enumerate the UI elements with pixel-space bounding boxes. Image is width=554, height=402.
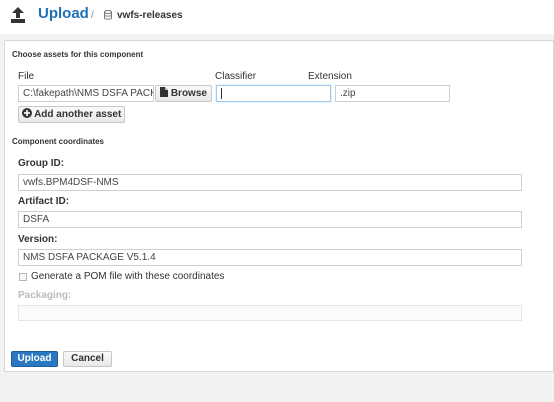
file-icon	[160, 87, 169, 97]
group-id-label: Group ID:	[18, 158, 65, 169]
artifact-id-input[interactable]: DSFA	[18, 211, 522, 228]
upload-icon	[11, 7, 25, 23]
artifact-id-label: Artifact ID:	[18, 196, 70, 207]
cancel-button[interactable]: Cancel	[63, 351, 112, 367]
page-header: Upload / vwfs-releases	[0, 0, 554, 34]
page-title: Upload	[38, 5, 89, 22]
generate-pom-checkbox[interactable]	[19, 273, 27, 281]
coordinates-section-title: Component coordinates	[12, 137, 105, 146]
breadcrumb-repository[interactable]: vwfs-releases	[117, 10, 183, 21]
extension-input[interactable]: .zip	[335, 85, 450, 102]
add-another-asset-button[interactable]: Add another asset	[18, 106, 125, 123]
upload-button[interactable]: Upload	[11, 351, 58, 367]
extension-label: Extension	[308, 71, 352, 82]
version-input[interactable]: NMS DSFA PACKAGE V5.1.4	[18, 249, 522, 266]
file-path-input[interactable]: C:\fakepath\NMS DSFA PACKAGE V5.1.4.zip	[18, 85, 154, 102]
classifier-input[interactable]	[216, 85, 331, 102]
upload-form-panel: Choose assets for this component File Cl…	[4, 40, 554, 372]
packaging-input	[18, 305, 522, 321]
browse-button[interactable]: Browse	[155, 85, 212, 102]
packaging-label: Packaging:	[18, 290, 72, 301]
plus-circle-icon	[21, 108, 32, 118]
file-label: File	[18, 71, 35, 82]
classifier-label: Classifier	[215, 71, 257, 82]
browse-button-label: Browse	[170, 88, 207, 99]
generate-pom-label: Generate a POM file with these coordinat…	[31, 271, 225, 282]
database-icon	[104, 10, 112, 20]
breadcrumb-separator: /	[91, 10, 94, 21]
add-another-asset-label: Add another asset	[34, 109, 122, 120]
assets-section-title: Choose assets for this component	[12, 50, 144, 59]
version-label: Version:	[18, 234, 58, 245]
text-caret	[221, 88, 222, 99]
group-id-input[interactable]: vwfs.BPM4DSF-NMS	[18, 174, 522, 191]
